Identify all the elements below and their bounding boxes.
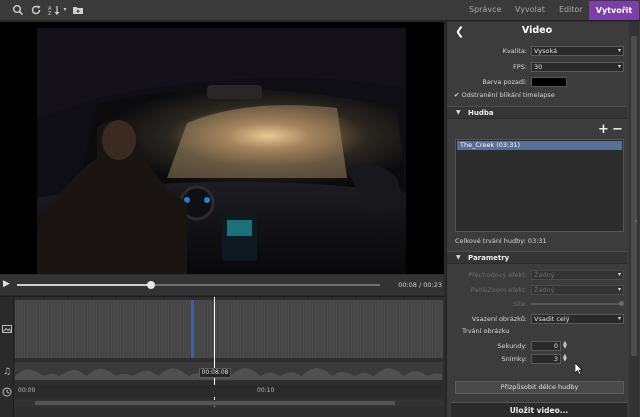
playhead-time-label: 00:08:08: [199, 368, 231, 378]
add-folder-icon[interactable]: [72, 4, 84, 16]
timeline: ♫ 00:08:08 00:00 00:10: [0, 296, 444, 417]
fps-select[interactable]: 30 ▾: [531, 62, 624, 72]
collapse-triangle-icon: ▼: [456, 254, 461, 261]
flicker-label: Odstranění blikání timelapse: [461, 91, 555, 99]
image-track[interactable]: [15, 300, 443, 358]
fps-label: FPS:: [513, 63, 527, 71]
ruler-label-start: 00:00: [18, 387, 36, 394]
top-toolbar: AZ ▾ Správce Vyvolat Editor Vytvořit: [0, 0, 640, 21]
seconds-stepper-icon[interactable]: ▲ ▼: [563, 341, 567, 350]
frames-input[interactable]: 3: [531, 354, 561, 364]
parameters-section-header[interactable]: ▼ Parametry: [447, 251, 627, 264]
fit-music-length-button[interactable]: Přizpůsobit délce hudby: [455, 381, 624, 394]
bg-color-swatch[interactable]: [531, 77, 567, 87]
save-video-button[interactable]: Uložit video...: [451, 402, 627, 417]
strength-slider[interactable]: [531, 303, 624, 305]
play-icon[interactable]: ▶: [3, 279, 13, 291]
seek-progress: [17, 284, 152, 286]
video-settings-panel: ❮ Video Kvalita: Vysoká ▾ FPS: 30 ▾ Barva …: [446, 22, 640, 417]
panel-scrollbar-thumb[interactable]: [631, 36, 637, 356]
chevron-down-icon: ▾: [617, 63, 621, 70]
bg-color-label: Barva pozadí:: [482, 78, 527, 86]
collapse-triangle-icon: ▼: [456, 109, 461, 116]
fps-value: 30: [534, 63, 543, 71]
music-list[interactable]: The_Creek (03:31): [455, 139, 624, 232]
strength-slider-handle[interactable]: [619, 301, 624, 306]
music-section-header[interactable]: ▼ Hudba: [447, 106, 627, 119]
music-header-label: Hudba: [468, 109, 494, 117]
timeline-scrollbar-thumb[interactable]: [35, 401, 395, 405]
quality-value: Vysoká: [534, 47, 558, 55]
remove-music-icon[interactable]: −: [612, 122, 623, 137]
quality-select[interactable]: Vysoká ▾: [531, 46, 624, 56]
panel-scrollbar[interactable]: [629, 22, 639, 417]
sort-icon[interactable]: AZ: [48, 4, 60, 17]
quality-label: Kvalita:: [502, 47, 527, 55]
svg-text:Z: Z: [48, 11, 52, 16]
panzoom-value: Žádný: [534, 286, 555, 294]
tab-editor[interactable]: Editor: [559, 5, 583, 14]
tab-spravce[interactable]: Správce: [469, 5, 501, 14]
chevron-down-icon: ▾: [617, 47, 621, 54]
panel-title: Video: [521, 25, 553, 36]
transition-select[interactable]: Žádný ▾: [531, 270, 624, 280]
chevron-down-icon[interactable]: ▾: [61, 4, 69, 16]
transition-value: Žádný: [534, 271, 555, 279]
timeline-scrollbar[interactable]: [15, 400, 443, 406]
mouse-cursor-icon: [575, 363, 583, 375]
time-ruler: 00:00 00:10: [15, 385, 443, 397]
image-track-icon: [2, 324, 12, 334]
add-music-icon[interactable]: +: [598, 122, 609, 137]
timeline-track-labels: ♫: [0, 297, 14, 417]
fit-select[interactable]: Vsadit celý ▾: [531, 314, 624, 324]
flicker-checkbox[interactable]: ✔ Odstranění blikání timelapse: [454, 91, 555, 99]
frames-label: Snímky:: [501, 355, 527, 363]
music-track-icon: ♫: [2, 367, 12, 377]
chevron-down-icon: ▾: [617, 315, 621, 322]
time-readout: 00:08 / 00:23: [398, 281, 442, 289]
chevron-down-icon: ▾: [617, 286, 621, 293]
panzoom-label: Pan&Zoom efekt:: [470, 286, 527, 294]
fit-label: Vsazení obrázků:: [471, 315, 527, 323]
video-frame-image: [37, 28, 406, 274]
total-music-duration: Celkové trvání hudby: 03:31: [455, 237, 547, 245]
checkmark-icon: ✔: [454, 91, 460, 99]
seconds-input[interactable]: 0: [531, 341, 561, 351]
search-icon[interactable]: [12, 4, 24, 16]
playback-bar: ▶ 00:08 / 00:23: [0, 275, 444, 295]
collapse-panel-arrow-icon[interactable]: ›: [635, 218, 637, 225]
ruler-label-mid: 00:10: [257, 387, 275, 394]
transition-label: Přechodový efekt:: [468, 271, 527, 279]
image-duration-heading: Trvání obrázku: [462, 327, 510, 335]
chevron-down-icon: ▾: [617, 271, 621, 278]
tab-vyvolat[interactable]: Vyvolat: [515, 5, 545, 14]
clock-icon: [2, 387, 12, 397]
refresh-icon[interactable]: [30, 4, 42, 16]
tab-vytvorit[interactable]: Vytvořit: [589, 1, 639, 20]
panzoom-select[interactable]: Žádný ▾: [531, 285, 624, 295]
seek-handle[interactable]: [147, 281, 156, 289]
frames-stepper-icon[interactable]: ▲ ▼: [563, 354, 567, 363]
seconds-label: Sekundy:: [497, 342, 527, 350]
music-list-item[interactable]: The_Creek (03:31): [457, 141, 622, 150]
selected-clip-marker[interactable]: [191, 300, 194, 358]
fit-value: Vsadit celý: [534, 315, 570, 323]
strength-label: Síla:: [513, 300, 527, 308]
seek-slider[interactable]: [17, 281, 380, 289]
parameters-header-label: Parametry: [468, 254, 510, 262]
